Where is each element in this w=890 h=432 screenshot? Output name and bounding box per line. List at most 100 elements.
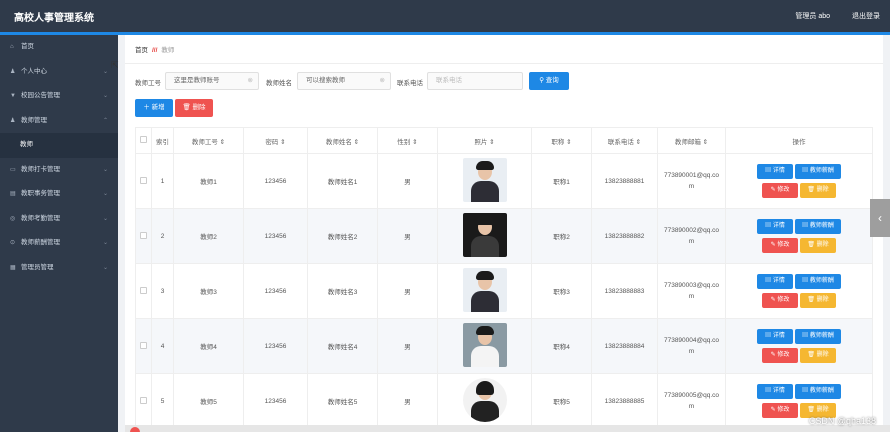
admin-icon: ▦ — [10, 264, 16, 271]
table-row: 3 教师3 123456 教师姓名3 男 职称3 13823888883 773… — [135, 263, 873, 319]
delete-button[interactable]: 🗑 删除 — [800, 348, 836, 363]
detail-button[interactable]: ▤ 详情 — [757, 329, 793, 344]
sidebar-subitem-teacher[interactable]: 教师 — [0, 133, 118, 158]
chevron-down-icon: ⌄ — [102, 93, 108, 99]
cell-sex: 男 — [377, 318, 438, 374]
sidebar-item-home[interactable]: ⌂ 首页 — [0, 35, 118, 60]
row-checkbox[interactable] — [135, 318, 152, 374]
salary-button[interactable]: ▤ 教师薪酬 — [795, 274, 841, 289]
clear-icon[interactable]: ⊗ — [380, 73, 385, 89]
col-photo[interactable]: 照片 ⇕ — [437, 127, 532, 154]
delete-button[interactable]: 🗑 删除 — [800, 183, 836, 198]
row-checkbox[interactable] — [135, 153, 152, 209]
teacher-table: 索引 教师工号 ⇕ 密码 ⇕ 教师姓名 ⇕ 性别 ⇕ 照片 ⇕ 职称 ⇕ 联系电… — [135, 127, 873, 429]
edit-button[interactable]: ✎ 修改 — [762, 183, 798, 198]
cell-gonghao: 教师2 — [173, 208, 244, 264]
cell-operations: ▤ 详情 ▤ 教师薪酬 ✎ 修改 🗑 删除 — [725, 153, 873, 209]
edit-button[interactable]: ✎ 修改 — [762, 293, 798, 308]
chevron-down-icon: ⌄ — [102, 215, 108, 222]
cell-gonghao: 教师3 — [173, 263, 244, 319]
add-button[interactable]: ＋ 新增 — [135, 99, 173, 117]
cell-gonghao: 教师4 — [173, 318, 244, 374]
select-all-checkbox[interactable] — [135, 127, 152, 154]
collapse-tab[interactable]: ‹ — [870, 199, 890, 237]
chevron-left-icon: ‹ — [878, 211, 882, 225]
mouse-cursor-icon: ⇱ — [111, 60, 119, 70]
cell-title: 职称4 — [531, 318, 592, 374]
sidebar-item-profile[interactable]: ♟ 个人中心 ⌄ — [0, 60, 118, 85]
cell-sex: 男 — [377, 153, 438, 209]
col-phone[interactable]: 联系电话 ⇕ — [591, 127, 658, 154]
name-input[interactable]: 可以搜索教师 ⊗ — [297, 72, 391, 90]
col-email[interactable]: 教师邮箱 ⇕ — [657, 127, 726, 154]
detail-button[interactable]: ▤ 详情 — [757, 164, 793, 179]
teacher-photo[interactable] — [462, 378, 507, 422]
edit-button[interactable]: ✎ 修改 — [762, 403, 798, 418]
cell-phone: 13823888885 — [591, 373, 658, 429]
top-bar: 高校人事管理系统 管理员 abo 退出登录 — [0, 0, 890, 32]
table-row: 1 教师1 123456 教师姓名1 男 职称1 13823888881 773… — [135, 153, 873, 209]
salary-button[interactable]: ▤ 教师薪酬 — [795, 384, 841, 399]
trash-icon: 🗑 — [182, 104, 193, 111]
chevron-down-icon: ⌄ — [102, 166, 108, 173]
search-icon: ⚲ — [539, 77, 546, 84]
row-checkbox[interactable] — [135, 373, 152, 429]
cell-email: 773890005@qq.com — [657, 373, 726, 429]
sidebar-item-checkin[interactable]: ▭ 教师打卡管理 ⌄ — [0, 158, 118, 183]
edit-button[interactable]: ✎ 修改 — [762, 348, 798, 363]
teacher-photo[interactable] — [462, 213, 507, 257]
app-title: 高校人事管理系统 — [14, 13, 94, 24]
sidebar-item-teacher-mgmt[interactable]: ♟ 教师管理 ⌃ — [0, 109, 118, 134]
detail-button[interactable]: ▤ 详情 — [757, 384, 793, 399]
cell-name: 教师姓名3 — [307, 263, 378, 319]
teacher-photo[interactable] — [462, 158, 507, 202]
delete-button[interactable]: 🗑 删除 — [800, 293, 836, 308]
teacher-photo[interactable] — [462, 323, 507, 367]
sidebar-item-attendance[interactable]: ◎ 教师考勤管理 ⌄ — [0, 207, 118, 232]
delete-button[interactable]: 🗑 删除 — [800, 238, 836, 253]
teacher-photo[interactable] — [462, 268, 507, 312]
sidebar-item-notice[interactable]: ▼ 校园公告管理 ⌄ — [0, 84, 118, 109]
sidebar-item-salary[interactable]: ⊙ 教师薪酬管理 ⌄ — [0, 231, 118, 256]
col-gonghao[interactable]: 教师工号 ⇕ — [173, 127, 244, 154]
cell-email: 773890002@qq.com — [657, 208, 726, 264]
col-password[interactable]: 密码 ⇕ — [243, 127, 308, 154]
sort-icon: ⇕ — [566, 138, 572, 146]
cell-operations: ▤ 详情 ▤ 教师薪酬 ✎ 修改 🗑 删除 — [725, 208, 873, 264]
salary-button[interactable]: ▤ 教师薪酬 — [795, 164, 841, 179]
sidebar-item-affairs[interactable]: ▤ 教职事务管理 ⌄ — [0, 182, 118, 207]
bottom-scrollbar[interactable] — [125, 425, 890, 432]
cell-index: 2 — [151, 208, 174, 264]
search-button[interactable]: ⚲ 查询 — [529, 72, 569, 90]
detail-button[interactable]: ▤ 详情 — [757, 219, 793, 234]
detail-button[interactable]: ▤ 详情 — [757, 274, 793, 289]
clear-icon[interactable]: ⊗ — [248, 73, 253, 89]
home-icon: ⌂ — [10, 44, 14, 50]
edit-button[interactable]: ✎ 修改 — [762, 238, 798, 253]
col-title[interactable]: 职称 ⇕ — [531, 127, 592, 154]
cell-password: 123456 — [243, 153, 308, 209]
cell-photo — [437, 318, 532, 374]
sidebar-item-admin[interactable]: ▦ 管理员管理 ⌄ — [0, 256, 118, 281]
gonghao-input[interactable]: 这里是教师账号 ⊗ — [165, 72, 259, 90]
cell-photo — [437, 208, 532, 264]
sort-icon: ⇕ — [280, 138, 286, 146]
col-sex[interactable]: 性别 ⇕ — [377, 127, 438, 154]
breadcrumb-separator: /// — [152, 47, 158, 54]
filter-bar: 教师工号 这里是教师账号 ⊗ 教师姓名 可以搜索教师 ⊗ 联系电话 联系电话 ⚲ 查… — [135, 72, 875, 90]
chevron-down-icon: ⌄ — [102, 264, 108, 271]
table-header-row: 索引 教师工号 ⇕ 密码 ⇕ 教师姓名 ⇕ 性别 ⇕ 照片 ⇕ 职称 ⇕ 联系电… — [135, 127, 873, 154]
cell-photo — [437, 153, 532, 209]
row-checkbox[interactable] — [135, 208, 152, 264]
logout-link[interactable]: 退出登录 — [852, 11, 880, 21]
sort-icon: ⇕ — [702, 138, 709, 146]
phone-input[interactable]: 联系电话 — [427, 72, 523, 90]
salary-button[interactable]: ▤ 教师薪酬 — [795, 329, 841, 344]
col-name[interactable]: 教师姓名 ⇕ — [307, 127, 378, 154]
batch-delete-button[interactable]: 🗑 删除 — [175, 99, 213, 117]
salary-button[interactable]: ▤ 教师薪酬 — [795, 219, 841, 234]
row-checkbox[interactable] — [135, 263, 152, 319]
teacher-icon: ♟ — [10, 117, 16, 124]
breadcrumb-home[interactable]: 首页 — [135, 47, 148, 54]
col-index: 索引 — [151, 127, 174, 154]
